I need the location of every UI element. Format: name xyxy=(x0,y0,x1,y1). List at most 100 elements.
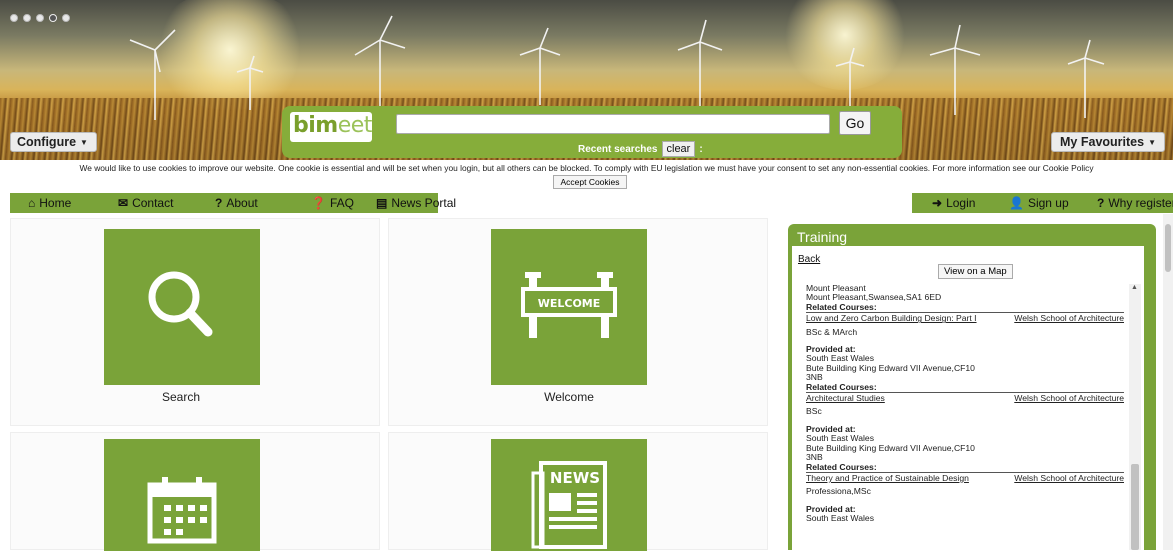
nav-login[interactable]: ➜ Login xyxy=(912,193,997,213)
related-courses-heading: Related Courses: xyxy=(806,301,877,312)
view-on-map-button[interactable]: View on a Map xyxy=(938,264,1013,279)
sign-in-icon: ➜ xyxy=(932,196,943,210)
nav-faq[interactable]: ❓ FAQ xyxy=(285,193,376,213)
search-panel: bimeet Go Recent searches clear : xyxy=(282,106,902,158)
training-scrollbar[interactable]: ▲ xyxy=(1129,284,1141,550)
training-entry: Provided at: South East Wales Bute Build… xyxy=(806,424,1124,497)
newspaper-icon: NEWS xyxy=(531,461,607,549)
training-title: Training xyxy=(797,229,848,245)
nav-contact[interactable]: ✉ Contact xyxy=(100,193,192,213)
course-link[interactable]: Architectural Studies xyxy=(806,393,885,403)
welcome-tile-label: Welcome xyxy=(544,390,594,404)
entry-region: South East Wales xyxy=(806,513,874,524)
caret-down-icon: ▼ xyxy=(80,137,88,147)
training-scrollbar-thumb[interactable] xyxy=(1131,464,1139,550)
search-input[interactable] xyxy=(396,114,830,134)
carousel-dot[interactable] xyxy=(23,14,31,22)
search-card[interactable]: Search xyxy=(10,218,380,426)
main-nav: ⌂ Home ✉ Contact ? About ❓ FAQ ▤ News Portal … xyxy=(10,193,1173,213)
page-scrollbar-thumb[interactable] xyxy=(1165,224,1171,272)
school-link[interactable]: Welsh School of Architecture xyxy=(1014,393,1124,403)
nav-signup-label: Sign up xyxy=(1027,196,1069,210)
calendar-icon xyxy=(147,477,217,544)
school-link[interactable]: Welsh School of Architecture xyxy=(1014,473,1124,483)
nav-news-portal[interactable]: ▤ News Portal xyxy=(376,193,456,213)
nav-why-register[interactable]: ? Why register xyxy=(1087,193,1173,213)
nav-why-label: Why register xyxy=(1108,196,1173,210)
search-tile[interactable] xyxy=(104,229,260,385)
favourites-label: My Favourites xyxy=(1060,135,1145,149)
search-icon xyxy=(148,271,213,337)
carousel-dots[interactable] xyxy=(10,14,70,22)
back-link[interactable]: Back xyxy=(798,254,820,265)
configure-label: Configure xyxy=(17,135,77,149)
nav-right-group: ➜ Login 👤 Sign up ? Why register xyxy=(912,193,1173,213)
recent-searches: Recent searches clear : xyxy=(578,141,703,157)
training-list[interactable]: Mount Pleasant Mount Pleasant,Swansea,SA… xyxy=(806,284,1124,550)
home-icon: ⌂ xyxy=(28,196,36,210)
newspaper-icon: ▤ xyxy=(376,196,388,210)
question-icon: ? xyxy=(215,196,223,210)
training-entry: Provided at: South East Wales Bute Build… xyxy=(806,344,1124,417)
welcome-sign-icon: WELCOME xyxy=(521,272,617,338)
recent-searches-label: Recent searches xyxy=(578,143,658,155)
logo-text-eet: eet xyxy=(337,113,373,138)
cookie-notice: We would like to use cookies to improve … xyxy=(79,163,1094,173)
user-plus-icon: 👤 xyxy=(1009,196,1024,210)
search-tile-label: Search xyxy=(161,390,201,404)
training-panel: Training Back View on a Map Mount Pleasa… xyxy=(788,224,1156,550)
news-card[interactable]: NEWS xyxy=(388,432,768,551)
page-scrollbar[interactable] xyxy=(1163,214,1173,550)
bimeet-logo[interactable]: bimeet xyxy=(290,112,372,142)
news-sign-text: NEWS xyxy=(550,469,600,487)
clear-recent-button[interactable]: clear xyxy=(661,141,696,157)
course-row: Architectural Studies Welsh School of Ar… xyxy=(806,392,1124,403)
welcome-tile[interactable]: WELCOME xyxy=(491,229,647,385)
envelope-icon: ✉ xyxy=(118,196,129,210)
course-row: Theory and Practice of Sustainable Desig… xyxy=(806,471,1124,483)
entry-address: Bute Building King Edward VII Avenue,CF1… xyxy=(806,442,975,453)
accept-cookies-button[interactable]: Accept Cookies xyxy=(553,175,627,189)
nav-login-label: Login xyxy=(946,196,976,210)
nav-about[interactable]: ? About xyxy=(192,193,285,213)
training-entry: Provided at: South East Wales xyxy=(806,504,1124,524)
entry-address: Bute Building King Edward VII Avenue,CF1… xyxy=(806,362,975,373)
calendar-card[interactable] xyxy=(10,432,380,551)
go-button[interactable]: Go xyxy=(839,111,871,135)
nav-home-label: Home xyxy=(39,196,72,210)
news-tile[interactable]: NEWS xyxy=(491,439,647,551)
question-circle-icon: ❓ xyxy=(311,196,326,210)
my-favourites-button[interactable]: My Favourites ▼ xyxy=(1051,132,1165,152)
welcome-sign-text: WELCOME xyxy=(538,297,601,310)
carousel-dot[interactable] xyxy=(62,14,70,22)
course-qualification: BSc & MArch xyxy=(806,326,858,337)
course-qualification: BSc xyxy=(806,406,822,417)
nav-faq-label: FAQ xyxy=(329,196,354,210)
carousel-dot[interactable] xyxy=(10,14,18,22)
recent-searches-colon: : xyxy=(699,143,703,155)
course-link[interactable]: Low and Zero Carbon Building Design: Par… xyxy=(806,313,977,323)
school-link[interactable]: Welsh School of Architecture xyxy=(1014,313,1124,323)
carousel-dot[interactable] xyxy=(49,14,57,22)
nav-home[interactable]: ⌂ Home xyxy=(10,193,100,213)
course-row: Low and Zero Carbon Building Design: Par… xyxy=(806,312,1124,323)
caret-down-icon: ▼ xyxy=(1148,137,1156,147)
carousel-dot[interactable] xyxy=(36,14,44,22)
header-banner: Configure ▼ My Favourites ▼ bimeet Go Rece… xyxy=(0,0,1173,160)
nav-contact-label: Contact xyxy=(132,196,174,210)
welcome-card[interactable]: WELCOME Welcome xyxy=(388,218,768,426)
nav-signup[interactable]: 👤 Sign up xyxy=(997,193,1087,213)
nav-news-label: News Portal xyxy=(391,196,457,210)
scroll-up-icon[interactable]: ▲ xyxy=(1131,284,1138,291)
calendar-tile[interactable] xyxy=(104,439,260,551)
course-qualification: Professiona,MSc xyxy=(806,486,871,497)
training-body: Back View on a Map Mount Pleasant Mount … xyxy=(792,246,1144,550)
related-courses-heading: Related Courses: xyxy=(806,461,877,472)
logo-text-bim: bim xyxy=(293,113,338,138)
training-entry: Mount Pleasant Mount Pleasant,Swansea,SA… xyxy=(806,284,1124,337)
configure-button[interactable]: Configure ▼ xyxy=(10,132,97,152)
related-courses-heading: Related Courses: xyxy=(806,381,877,392)
nav-about-label: About xyxy=(226,196,258,210)
course-link[interactable]: Theory and Practice of Sustainable Desig… xyxy=(806,473,969,483)
question-icon: ? xyxy=(1097,196,1105,210)
